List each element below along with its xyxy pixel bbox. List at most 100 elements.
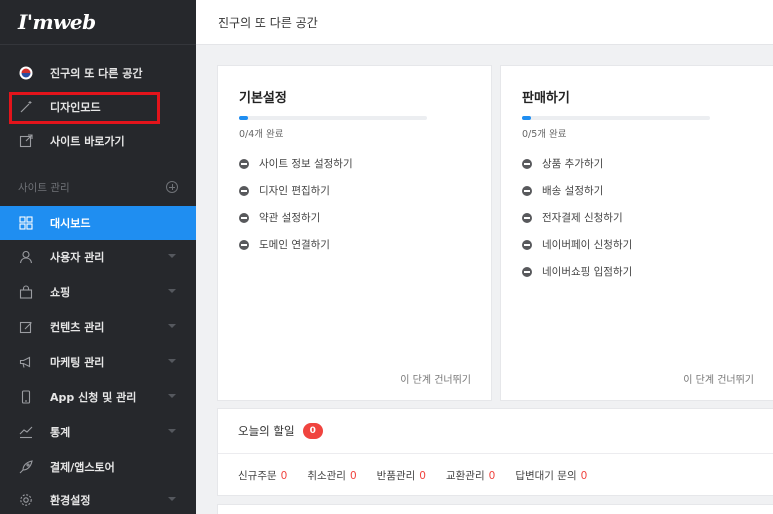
stat-cancellations[interactable]: 취소관리 0 [307, 468, 356, 483]
todo-label: 상품 추가하기 [542, 158, 604, 170]
sidebar: I'mweb 진구의 또 다른 공간 디자인모드 사이트 바로가기 사이트 관리… [0, 0, 196, 514]
sidebar-item-dashboard[interactable]: 대시보드 [0, 206, 196, 240]
todo-label: 도메인 연결하기 [259, 239, 330, 251]
minus-circle-icon [239, 185, 249, 196]
shopping-bag-icon [18, 284, 34, 300]
stat-returns[interactable]: 반품관리 0 [377, 468, 426, 483]
dashboard-grid-icon [18, 215, 34, 231]
edit-icon [18, 319, 34, 335]
chevron-down-icon [168, 254, 176, 258]
skip-step-link[interactable]: 이 단계 건너뛰기 [400, 371, 471, 386]
stat-label: 취소관리 [307, 470, 346, 482]
todo-label: 배송 설정하기 [542, 185, 604, 197]
sidebar-item-shopping[interactable]: 쇼핑 [0, 275, 196, 309]
sidebar-item-statistics[interactable]: 통계 [0, 415, 196, 449]
logo-text: I'mweb [18, 10, 96, 34]
today-stats: 신규주문 0 취소관리 0 반품관리 0 교환관리 0 답변대기 문의 0 [238, 468, 607, 483]
minus-circle-icon [522, 239, 532, 250]
stat-value: 0 [280, 470, 288, 482]
logo[interactable]: I'mweb [0, 0, 196, 45]
sidebar-item-content[interactable]: 컨텐츠 관리 [0, 310, 196, 344]
progress-bar [239, 116, 427, 120]
progress-text: 0/4개 완료 [239, 129, 284, 140]
card-title: 판매하기 [522, 91, 570, 106]
todo-item[interactable]: 약관 설정하기 [239, 210, 320, 225]
minus-circle-icon [239, 239, 249, 250]
todo-item[interactable]: 사이트 정보 설정하기 [239, 156, 353, 171]
minus-circle-icon [239, 212, 249, 223]
stat-label: 신규주문 [238, 470, 277, 482]
korea-flag-icon [18, 65, 34, 81]
sidebar-item-visit-site[interactable]: 사이트 바로가기 [0, 124, 196, 158]
rocket-icon [18, 459, 34, 475]
sidebar-item-payment-appstore[interactable]: 결제/앱스토어 [0, 450, 196, 484]
sidebar-item-settings[interactable]: 환경설정 [0, 483, 196, 514]
sidebar-item-label: 쇼핑 [50, 286, 71, 299]
todo-item[interactable]: 배송 설정하기 [522, 183, 603, 198]
progress-fill [522, 116, 531, 120]
sidebar-item-label: 대시보드 [50, 217, 91, 230]
stat-label: 답변대기 문의 [515, 470, 577, 482]
section-label: 사이트 관리 [18, 181, 70, 194]
todo-item[interactable]: 상품 추가하기 [522, 156, 603, 171]
divider [218, 453, 773, 454]
sidebar-item-app[interactable]: App 신청 및 관리 [0, 380, 196, 414]
skip-step-link[interactable]: 이 단계 건너뛰기 [683, 371, 754, 386]
todo-label: 약관 설정하기 [259, 212, 321, 224]
selling-card: 판매하기 0/5개 완료 상품 추가하기 배송 설정하기 전자결제 신청하기 네… [500, 65, 773, 401]
sidebar-item-marketing[interactable]: 마케팅 관리 [0, 345, 196, 379]
stat-label: 교환관리 [445, 470, 485, 482]
today-tasks-card: 오늘의 할일 0 신규주문 0 취소관리 0 반품관리 0 교환관리 0 답변대기 문의… [217, 408, 773, 496]
chevron-down-icon [168, 497, 176, 501]
page-title: 진구의 또 다른 공간 [218, 15, 318, 30]
todo-label: 네이버쇼핑 입점하기 [542, 266, 633, 278]
sidebar-item-label: 환경설정 [50, 494, 91, 507]
megaphone-icon [18, 354, 34, 370]
todo-label: 네이버페이 신청하기 [542, 239, 633, 251]
stat-exchanges[interactable]: 교환관리 0 [446, 468, 495, 483]
chart-icon [18, 424, 34, 440]
sidebar-item-label: 결제/앱스토어 [50, 461, 115, 474]
sidebar-item-label: 진구의 또 다른 공간 [50, 67, 143, 80]
todo-item[interactable]: 도메인 연결하기 [239, 237, 330, 252]
site-management-section-header: 사이트 관리 [18, 178, 178, 196]
sidebar-item-label: 통계 [50, 426, 71, 439]
stat-pending-inquiries[interactable]: 답변대기 문의 0 [515, 468, 587, 483]
minus-circle-icon [522, 158, 532, 169]
chevron-down-icon [168, 394, 176, 398]
minus-circle-icon [522, 185, 532, 196]
settings-icon [18, 492, 34, 508]
chevron-down-icon [168, 289, 176, 293]
stat-value: 0 [580, 470, 588, 482]
sidebar-item-label: 컨텐츠 관리 [50, 321, 105, 334]
progress-fill [239, 116, 248, 120]
external-link-icon [18, 133, 34, 149]
sidebar-item-users[interactable]: 사용자 관리 [0, 240, 196, 274]
card-title: 기본설정 [239, 91, 287, 106]
stat-label: 반품관리 [376, 470, 416, 482]
sidebar-item-site-name[interactable]: 진구의 또 다른 공간 [0, 56, 196, 90]
chevron-down-icon [168, 429, 176, 433]
todo-item[interactable]: 네이버쇼핑 입점하기 [522, 264, 632, 279]
todo-label: 전자결제 신청하기 [542, 212, 623, 224]
today-title-text: 오늘의 할일 [238, 424, 295, 438]
sidebar-item-label: App 신청 및 관리 [50, 391, 137, 404]
todo-item[interactable]: 전자결제 신청하기 [522, 210, 623, 225]
stat-value: 0 [419, 470, 426, 482]
minus-circle-icon [522, 212, 532, 223]
plus-circle-icon[interactable] [166, 181, 178, 193]
header: 진구의 또 다른 공간 [196, 0, 773, 45]
todo-item[interactable]: 디자인 편집하기 [239, 183, 330, 198]
todo-label: 사이트 정보 설정하기 [259, 158, 353, 170]
stat-value: 0 [349, 470, 357, 482]
todo-item[interactable]: 네이버페이 신청하기 [522, 237, 632, 252]
todo-label: 디자인 편집하기 [259, 185, 330, 197]
stat-new-orders[interactable]: 신규주문 0 [238, 468, 287, 483]
minus-circle-icon [239, 158, 249, 169]
user-icon [18, 249, 34, 265]
chevron-down-icon [168, 324, 176, 328]
today-title: 오늘의 할일 0 [238, 423, 323, 439]
count-badge: 0 [302, 423, 323, 439]
stat-value: 0 [488, 470, 496, 482]
sidebar-item-label: 마케팅 관리 [50, 356, 105, 369]
